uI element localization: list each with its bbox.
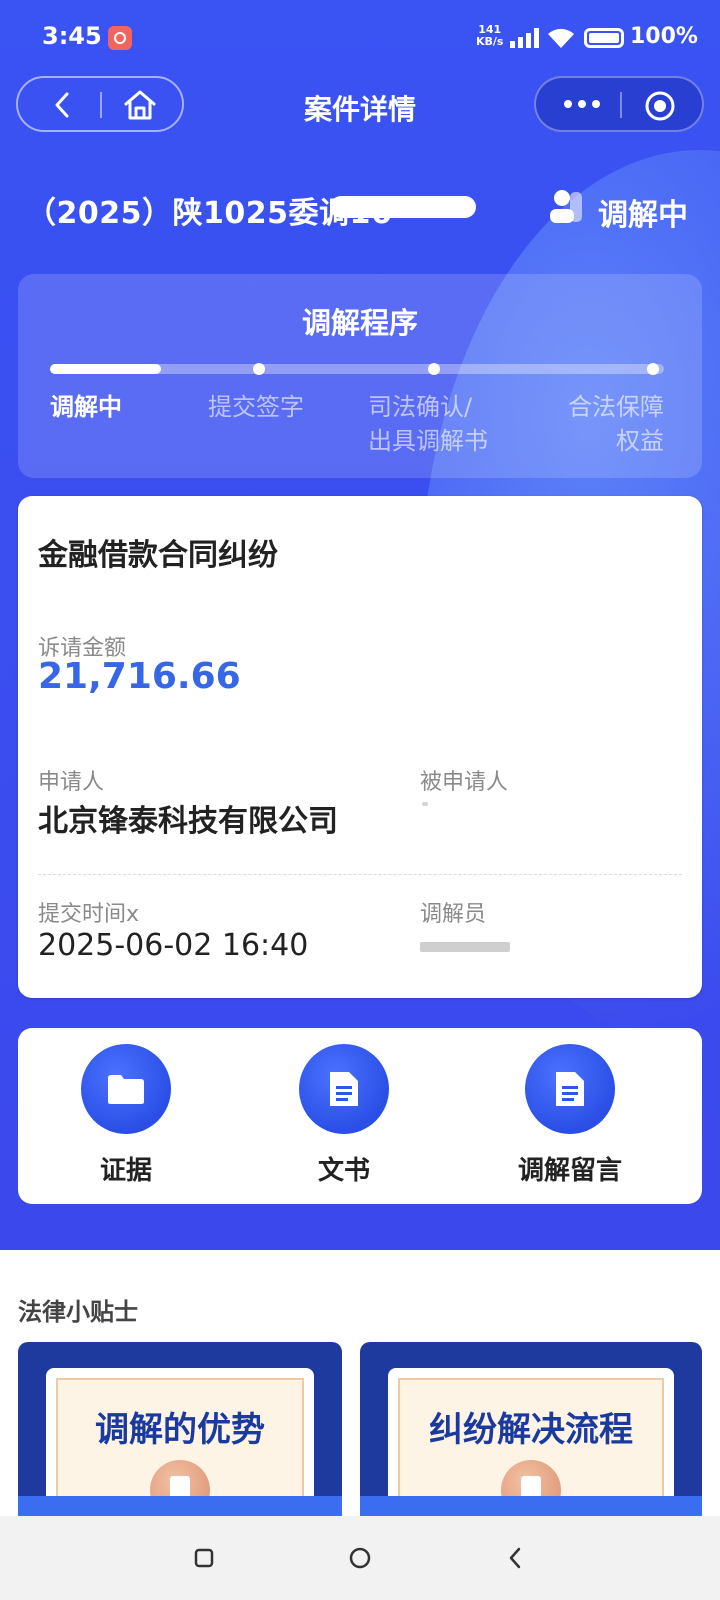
procedure-card: 调解程序 调解中 提交签字 司法确认/ 出具调解书 合法保障 权益 bbox=[18, 274, 702, 478]
legal-tips-title: 法律小贴士 bbox=[18, 1298, 138, 1326]
applicant-label: 申请人 bbox=[38, 770, 105, 795]
network-speed: 141 KB/s bbox=[476, 24, 503, 48]
procedure-step: 合法保障 权益 bbox=[568, 393, 664, 455]
nav-right-capsule bbox=[534, 76, 704, 132]
evidence-button[interactable]: 证据 bbox=[36, 1044, 216, 1187]
progress-dot bbox=[647, 363, 659, 375]
amount-value: 21,716.66 bbox=[38, 656, 241, 697]
mediation-message-button[interactable]: 调解留言 bbox=[480, 1044, 660, 1187]
actions-card: 证据 文书 调解留言 bbox=[18, 1028, 702, 1204]
mediator-label: 调解员 bbox=[420, 902, 487, 927]
battery-percent: 100% bbox=[630, 24, 698, 49]
tip-card-title: 纠纷解决流程 bbox=[429, 1410, 633, 1450]
more-dots-icon[interactable] bbox=[558, 92, 606, 116]
procedure-progress-bar bbox=[50, 363, 664, 375]
case-info-card: 金融借款合同纠纷 诉请金额 21,716.66 申请人 北京锋泰科技有限公司 被… bbox=[18, 496, 702, 998]
network-speed-unit: KB/s bbox=[476, 35, 504, 48]
signal-icon bbox=[510, 28, 539, 48]
submit-time-value: 2025-06-02 16:40 bbox=[38, 928, 309, 963]
tip-card-dispute-process[interactable]: 纠纷解决流程 bbox=[360, 1342, 702, 1522]
nav-divider bbox=[620, 92, 622, 118]
redaction-mark bbox=[330, 196, 476, 218]
screen-record-icon bbox=[108, 26, 132, 50]
case-type: 金融借款合同纠纷 bbox=[38, 538, 278, 573]
procedure-step: 调解中 bbox=[50, 393, 122, 421]
procedure-progress-fill bbox=[50, 364, 161, 374]
home-circle-icon[interactable] bbox=[346, 1544, 374, 1572]
status-bar: 3:45 141 KB/s 100% bbox=[0, 0, 720, 76]
tip-card-title: 调解的优势 bbox=[95, 1410, 265, 1450]
documents-button[interactable]: 文书 bbox=[254, 1044, 434, 1187]
progress-dot bbox=[428, 363, 440, 375]
person-icon bbox=[550, 190, 582, 223]
folder-icon bbox=[81, 1044, 171, 1134]
document-icon bbox=[525, 1044, 615, 1134]
progress-dot bbox=[253, 363, 265, 375]
case-status-text: 调解中 bbox=[598, 198, 688, 233]
tip-card-advantages[interactable]: 调解的优势 bbox=[18, 1342, 342, 1522]
back-icon[interactable] bbox=[502, 1544, 530, 1572]
respondent-label: 被申请人 bbox=[420, 770, 509, 795]
submit-time-label: 提交时间x bbox=[38, 902, 140, 927]
redaction-mark bbox=[420, 942, 510, 952]
procedure-title: 调解程序 bbox=[301, 306, 418, 340]
status-time: 3:45 bbox=[42, 22, 102, 50]
target-close-icon[interactable] bbox=[644, 90, 676, 122]
mediation-message-label: 调解留言 bbox=[517, 1156, 622, 1186]
procedure-step: 提交签字 bbox=[208, 393, 304, 421]
procedure-step: 司法确认/ 出具调解书 bbox=[368, 393, 488, 455]
evidence-label: 证据 bbox=[99, 1156, 152, 1186]
recent-apps-icon[interactable] bbox=[190, 1544, 218, 1572]
battery-icon bbox=[584, 28, 624, 48]
applicant-value: 北京锋泰科技有限公司 bbox=[38, 804, 338, 839]
redaction-mark bbox=[422, 802, 428, 806]
document-icon bbox=[299, 1044, 389, 1134]
divider bbox=[38, 874, 682, 875]
system-navigation-bar bbox=[0, 1516, 720, 1600]
documents-label: 文书 bbox=[317, 1156, 370, 1186]
wifi-icon bbox=[548, 28, 574, 48]
